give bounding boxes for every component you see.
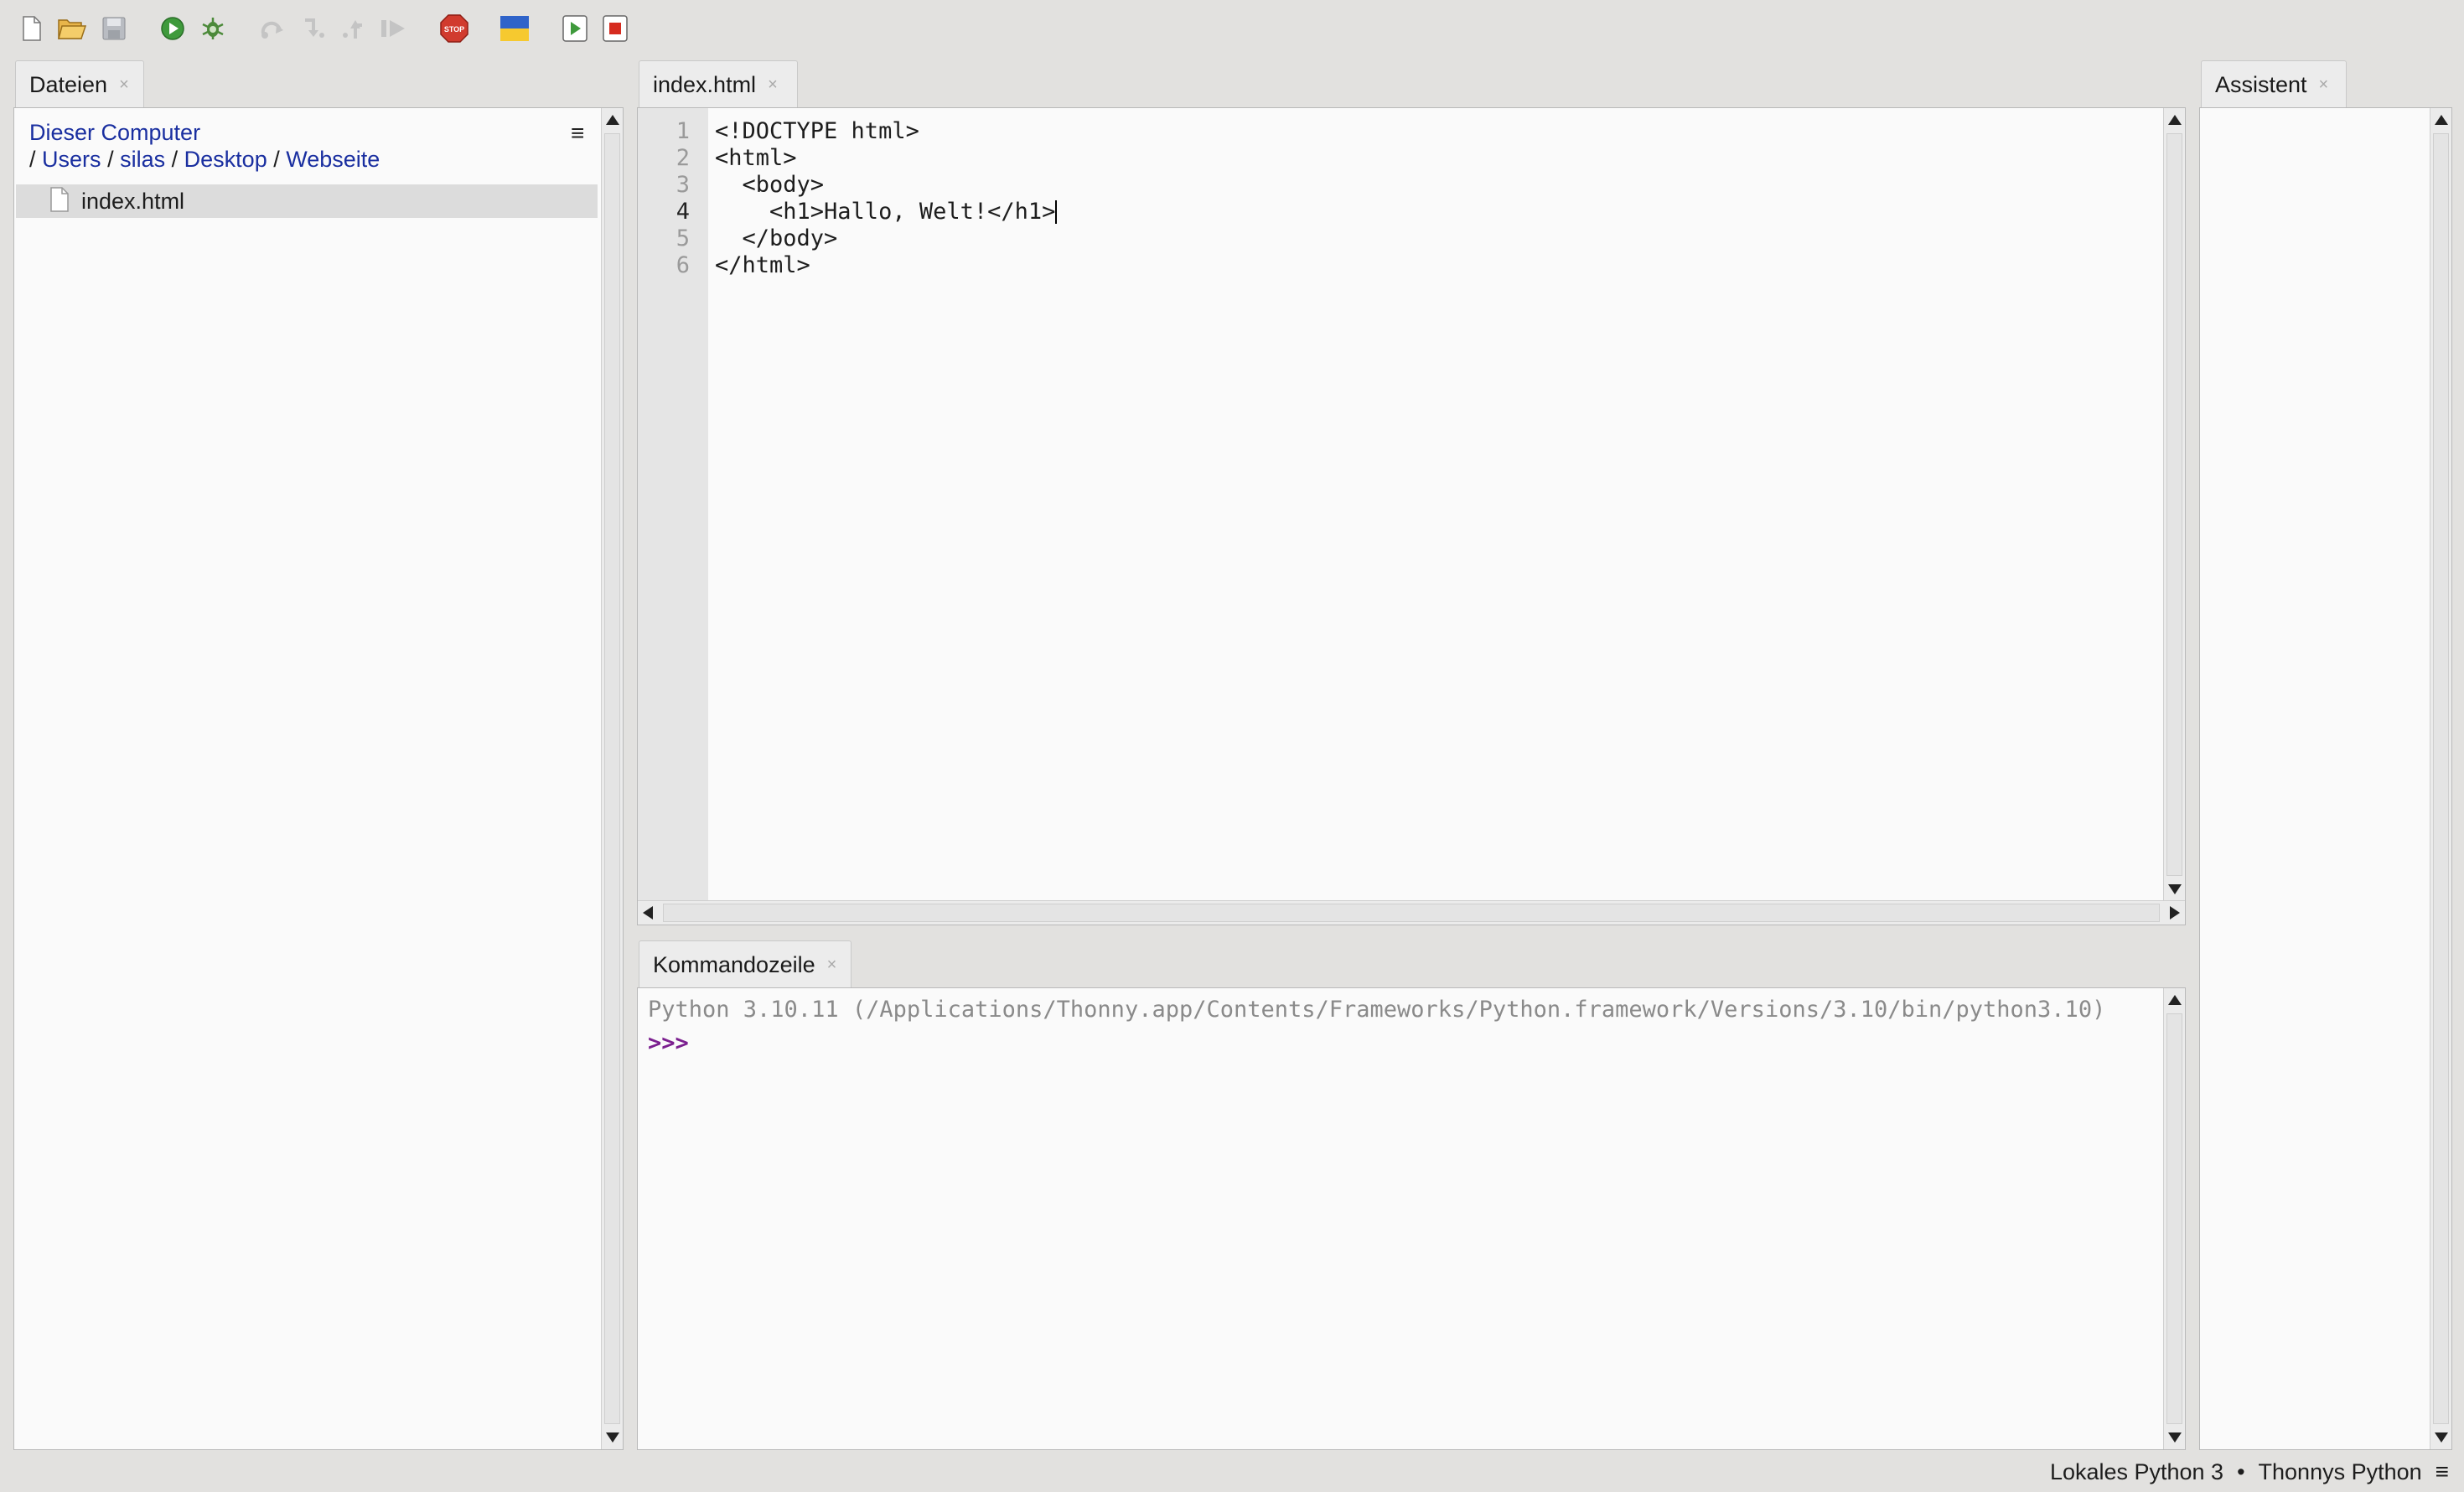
scroll-down-icon[interactable]: [2435, 1432, 2448, 1443]
app-label[interactable]: Thonnys Python: [2259, 1459, 2422, 1485]
save-icon[interactable]: [99, 13, 129, 44]
close-icon[interactable]: ×: [827, 956, 837, 975]
tab-editor[interactable]: index.html ×: [639, 60, 798, 109]
file-name: index.html: [81, 188, 185, 214]
path-separator: /: [107, 147, 114, 172]
scroll-right-icon[interactable]: [2170, 906, 2180, 920]
scroll-up-icon[interactable]: [606, 115, 619, 125]
ukraine-flag-icon[interactable]: [500, 13, 530, 44]
text-cursor: [1055, 200, 1058, 224]
scroll-up-icon[interactable]: [2435, 115, 2448, 125]
breadcrumb-users[interactable]: Users: [42, 147, 101, 172]
run-icon[interactable]: [158, 13, 188, 44]
step-over-icon[interactable]: [258, 13, 288, 44]
stop-current-icon[interactable]: [600, 13, 630, 44]
shell-panel[interactable]: Python 3.10.11 (/Applications/Thonny.app…: [637, 987, 2186, 1450]
tab-assistant-label: Assistent: [2215, 72, 2307, 97]
editor-panel: 1 2 3 4 5 6 <!DOCTYPE html> <html> <body…: [637, 107, 2186, 925]
interpreter-label[interactable]: Lokales Python 3: [2050, 1459, 2223, 1485]
run-current-icon[interactable]: [560, 13, 590, 44]
breadcrumb-webseite[interactable]: Webseite: [286, 147, 380, 172]
svg-text:STOP: STOP: [444, 25, 464, 34]
close-icon[interactable]: ×: [768, 75, 778, 95]
tab-files[interactable]: Dateien ×: [15, 60, 144, 109]
location-link[interactable]: Dieser Computer: [29, 120, 200, 146]
line-number: 2: [676, 145, 690, 171]
scroll-up-icon[interactable]: [2168, 995, 2182, 1005]
line-number: 5: [676, 225, 690, 251]
code-line: </body>: [715, 225, 838, 251]
line-number: 3: [676, 172, 690, 198]
debug-icon[interactable]: [198, 13, 228, 44]
line-number: 1: [676, 118, 690, 144]
line-number-current: 4: [676, 199, 690, 225]
path-separator: /: [273, 147, 280, 172]
assistant-scrollbar[interactable]: [2430, 108, 2451, 1449]
close-icon[interactable]: ×: [2319, 75, 2329, 95]
files-panel: Dieser Computer ≡ / Users / silas / Desk…: [13, 107, 624, 1450]
scroll-left-icon[interactable]: [643, 906, 653, 920]
breadcrumb: / Users / silas / Desktop / Webseite: [29, 147, 380, 173]
path-separator: /: [29, 147, 36, 172]
tab-shell[interactable]: Kommandozeile ×: [639, 940, 852, 989]
toolbar: STOP: [0, 0, 2464, 57]
step-out-icon[interactable]: [339, 13, 369, 44]
breadcrumb-silas[interactable]: silas: [120, 147, 165, 172]
path-separator: /: [171, 147, 179, 172]
open-file-icon[interactable]: [57, 13, 87, 44]
code-area[interactable]: <!DOCTYPE html> <html> <body> <h1>Hallo,…: [715, 118, 2160, 279]
shell-scrollbar[interactable]: [2163, 988, 2185, 1449]
code-line: <!DOCTYPE html>: [715, 118, 919, 144]
scroll-up-icon[interactable]: [2168, 115, 2182, 125]
list-item[interactable]: index.html: [16, 184, 598, 218]
step-into-icon[interactable]: [298, 13, 329, 44]
line-number: 6: [676, 252, 690, 278]
shell-banner: Python 3.10.11 (/Applications/Thonny.app…: [648, 997, 2106, 1023]
tab-assistant[interactable]: Assistent ×: [2201, 60, 2347, 109]
menu-icon[interactable]: ≡: [571, 120, 584, 147]
code-line: <body>: [715, 172, 825, 198]
line-gutter: 1 2 3 4 5 6: [638, 108, 708, 901]
scroll-down-icon[interactable]: [2168, 1432, 2182, 1443]
scroll-down-icon[interactable]: [606, 1432, 619, 1443]
shell-prompt: >>>: [648, 1030, 689, 1056]
menu-icon[interactable]: ≡: [2436, 1458, 2449, 1485]
code-line: <html>: [715, 145, 797, 171]
assistant-panel: [2199, 107, 2452, 1450]
file-icon: [49, 186, 70, 216]
tab-shell-label: Kommandozeile: [653, 952, 815, 977]
statusbar: Lokales Python 3 • Thonnys Python ≡: [2050, 1457, 2449, 1487]
breadcrumb-desktop[interactable]: Desktop: [184, 147, 267, 172]
editor-hscrollbar[interactable]: [638, 900, 2185, 925]
stop-icon[interactable]: STOP: [439, 13, 469, 44]
close-icon[interactable]: ×: [119, 75, 129, 95]
code-line: </html>: [715, 252, 810, 278]
files-scrollbar[interactable]: [601, 108, 623, 1449]
status-separator: •: [2237, 1458, 2245, 1484]
resume-icon[interactable]: [379, 13, 409, 44]
editor-vscrollbar[interactable]: [2163, 108, 2185, 901]
new-file-icon[interactable]: [17, 13, 47, 44]
tab-files-label: Dateien: [29, 72, 108, 97]
scroll-down-icon[interactable]: [2168, 884, 2182, 894]
tab-editor-label: index.html: [653, 72, 757, 97]
code-line: <h1>Hallo, Welt!</h1>: [715, 199, 1056, 225]
